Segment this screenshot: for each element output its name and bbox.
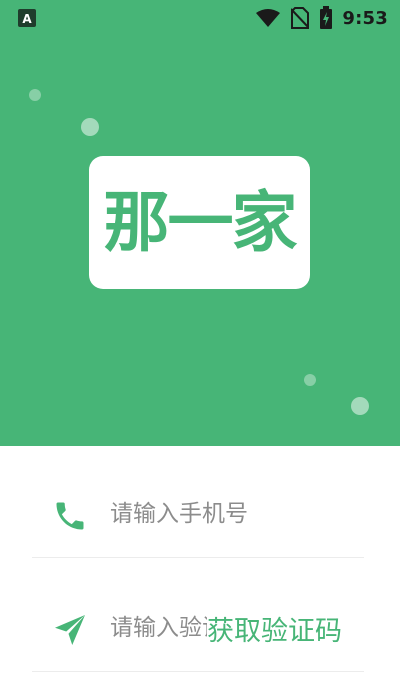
phone-row	[32, 486, 364, 542]
svg-text:A: A	[22, 12, 32, 26]
phone-input[interactable]	[110, 494, 350, 534]
send-icon	[52, 612, 88, 648]
decor-bubble	[29, 89, 41, 101]
phone-icon	[52, 498, 88, 534]
logo-text: 那一家	[103, 183, 298, 261]
login-screen: A 9:53 那一家 请输入手机号 请输入验证码 获取验证码	[0, 0, 400, 700]
decor-bubble	[81, 118, 99, 136]
status-icons: 9:53	[255, 6, 388, 30]
divider	[32, 671, 364, 672]
divider	[32, 557, 364, 558]
app-logo: 那一家	[89, 156, 310, 289]
a-letter-icon: A	[17, 8, 37, 28]
battery-charging-icon	[319, 6, 333, 30]
wifi-icon	[255, 8, 281, 28]
status-bar: A 9:53	[0, 0, 400, 36]
decor-bubble	[304, 374, 316, 386]
code-row: 获取验证码	[32, 600, 364, 656]
status-time: 9:53	[342, 7, 388, 29]
decor-bubble	[351, 397, 369, 415]
hero-banner: A 9:53 那一家	[0, 0, 400, 446]
no-sim-icon	[291, 7, 310, 29]
get-code-button[interactable]: 获取验证码	[207, 606, 342, 650]
